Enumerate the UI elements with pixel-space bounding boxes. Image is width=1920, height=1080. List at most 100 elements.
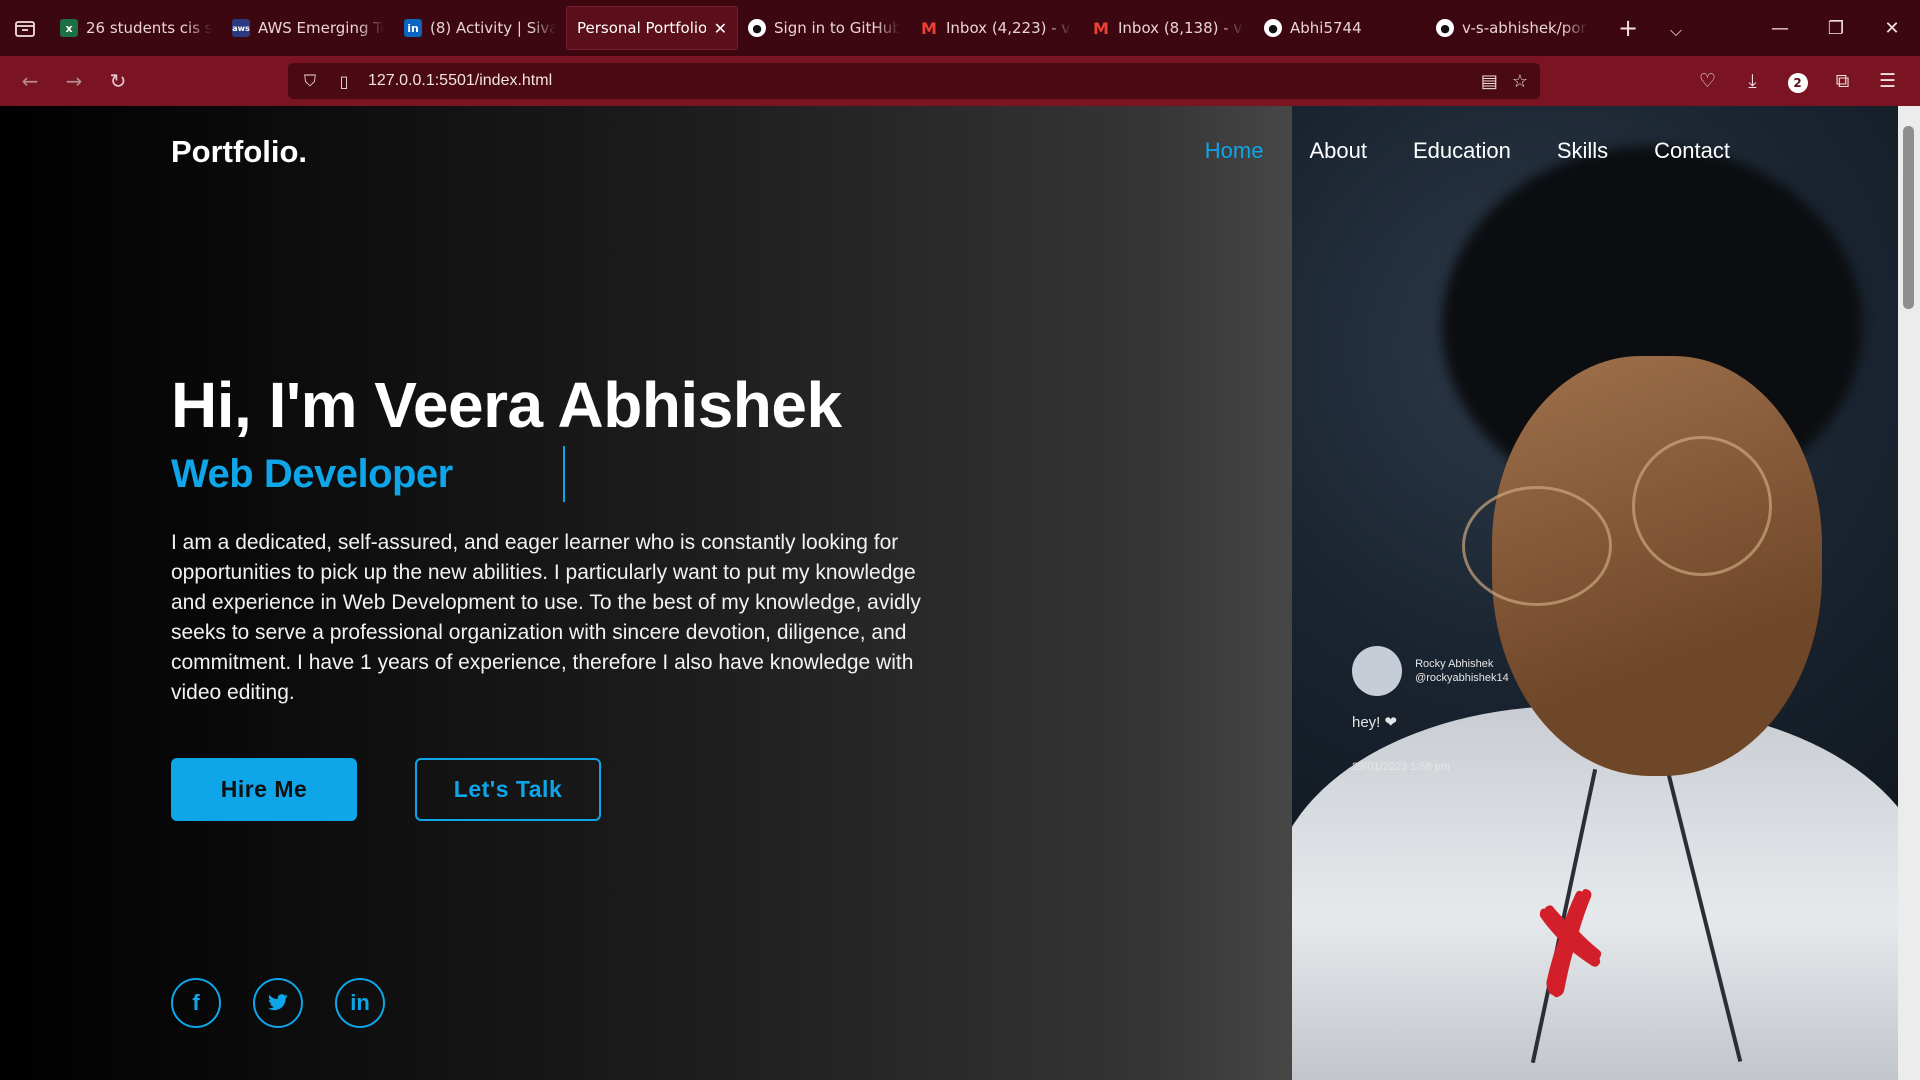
restore-button[interactable]: ❐ [1808,0,1864,56]
portfolio-page: ✗ Rocky Abhishek @rockyabhishek14 hey! ❤… [0,106,1920,1080]
typing-cursor [563,446,565,502]
gmail-icon: M [921,18,937,38]
minimize-button[interactable]: — [1752,0,1808,56]
reload-button[interactable]: ↻ [96,59,140,103]
github-icon: ● [748,19,766,37]
tab-title: (8) Activity | Siva [430,19,556,37]
restore-icon: ❐ [1827,17,1845,39]
list-all-tabs-button[interactable] [0,0,50,56]
hero-description: I am a dedicated, self-assured, and eage… [171,531,921,704]
tab-title: Inbox (8,138) - ve [1118,19,1244,37]
overlay-handle: @rockyabhishek14 [1415,672,1509,684]
social-links: f in [171,978,385,1028]
reader-view-icon[interactable]: ▤ [1481,71,1498,92]
overlay-message: hey! ❤ [1352,714,1398,731]
profile-photo: ✗ Rocky Abhishek @rockyabhishek14 hey! ❤… [1292,106,1898,1080]
linkedin-icon: in [350,990,370,1015]
tab-title: AWS Emerging Te [258,19,384,37]
twitter-icon [268,994,288,1011]
facebook-link[interactable]: f [171,978,221,1028]
hero-title: Hi, I'm Veera Abhishek [171,369,842,441]
site-logo[interactable]: Portfolio. [171,134,307,170]
chevron-down-icon: ⌵ [1669,21,1683,40]
page-icon[interactable]: ▯ [334,72,354,91]
facebook-icon: f [192,990,200,1015]
aws-icon: aws [232,19,250,37]
puzzle-icon: ⧉ [1835,70,1850,92]
window-controls: — ❐ ✕ [1752,0,1920,56]
plus-icon: + [1617,14,1639,42]
browser-tab[interactable]: aws AWS Emerging Te [222,6,394,50]
browser-tab-strip: x 26 students cis siv aws AWS Emerging T… [0,0,1920,56]
hire-me-button[interactable]: Hire Me [171,758,357,821]
new-tab-button[interactable]: + [1604,14,1652,42]
tab-title: Sign in to GitHub [774,19,900,37]
github-icon: ● [1264,19,1282,37]
browser-toolbar: ← → ↻ ⛉ ▯ 127.0.0.1:5501/index.html ▤ ☆ … [0,56,1920,106]
page-scrollbar[interactable] [1898,106,1920,1080]
linkedin-link[interactable]: in [335,978,385,1028]
close-tab-icon[interactable]: ✕ [714,19,727,38]
address-bar[interactable]: ⛉ ▯ 127.0.0.1:5501/index.html ▤ ☆ [288,63,1540,99]
tab-list-icon [15,21,35,37]
tab-title: Inbox (4,223) - ve [946,19,1072,37]
app-menu-button[interactable]: ☰ [1865,70,1910,92]
tab-title: Personal Portfolio [577,19,706,37]
site-nav: Home About Education Skills Contact [1205,138,1730,164]
reload-icon: ↻ [109,69,127,93]
tab-title: Abhi5744 [1290,19,1362,37]
downloads-button[interactable]: ⤓ [1730,70,1775,92]
download-icon: ⤓ [1748,70,1757,92]
browser-tab[interactable]: ● Sign in to GitHub [738,6,910,50]
photo-glasses [1632,436,1772,576]
overlay-user: Rocky Abhishek @rockyabhishek14 [1415,657,1509,685]
browser-tab[interactable]: ● Abhi5744 [1254,6,1426,50]
tab-overflow-button[interactable]: ⌵ [1652,14,1700,42]
account-button[interactable]: 2 [1775,70,1820,93]
close-icon: ✕ [1884,17,1900,39]
browser-tab[interactable]: in (8) Activity | Siva [394,6,566,50]
github-icon: ● [1436,19,1454,37]
back-arrow-icon: ← [21,69,39,93]
twitter-link[interactable] [253,978,303,1028]
address-bar-actions: ▤ ☆ [1481,71,1528,92]
url-text[interactable]: 127.0.0.1:5501/index.html [368,72,1481,90]
extensions-button[interactable]: ⧉ [1820,70,1865,92]
forward-arrow-icon: → [65,69,83,93]
nav-link-skills[interactable]: Skills [1557,138,1608,164]
photo-glasses [1462,486,1612,606]
minimize-icon: — [1771,17,1789,39]
toolbar-buttons: ♡ ⤓ 2 ⧉ ☰ [1685,56,1910,106]
browser-tab[interactable]: M Inbox (8,138) - ve [1082,6,1254,50]
nav-link-contact[interactable]: Contact [1654,138,1730,164]
hero-role: Web Developer [171,452,453,496]
tab-title: v-s-abhishek/port [1462,19,1588,37]
nav-link-about[interactable]: About [1309,138,1367,164]
photo-overlay: Rocky Abhishek @rockyabhishek14 hey! ❤ 2… [1352,646,1509,774]
gmail-icon: M [1093,18,1109,38]
extension-badge: 2 [1787,72,1808,93]
shield-icon[interactable]: ⛉ [300,71,320,91]
overlay-name: Rocky Abhishek [1415,658,1494,670]
tab-title: 26 students cis siv [86,19,212,37]
tab-actions: + ⌵ [1604,14,1700,42]
lets-talk-button[interactable]: Let's Talk [415,758,601,821]
nav-link-education[interactable]: Education [1413,138,1511,164]
hamburger-menu-icon: ☰ [1878,70,1897,92]
linkedin-icon: in [404,19,422,37]
excel-icon: x [60,19,78,37]
nav-link-home[interactable]: Home [1205,138,1264,164]
pocket-button[interactable]: ♡ [1685,70,1730,92]
bookmark-star-icon[interactable]: ☆ [1512,71,1528,92]
overlay-avatar [1352,646,1402,696]
forward-button[interactable]: → [52,59,96,103]
browser-tab-active[interactable]: Personal Portfolio ✕ [566,6,738,50]
browser-tab[interactable]: ● v-s-abhishek/port [1426,6,1598,50]
pocket-icon: ♡ [1698,70,1717,92]
scrollbar-thumb[interactable] [1903,126,1914,309]
overlay-timestamp: 29/01/2023 1:58 pm [1352,761,1450,773]
browser-tab[interactable]: x 26 students cis siv [50,6,222,50]
close-window-button[interactable]: ✕ [1864,0,1920,56]
browser-tab[interactable]: M Inbox (4,223) - ve [910,6,1082,50]
back-button[interactable]: ← [8,59,52,103]
